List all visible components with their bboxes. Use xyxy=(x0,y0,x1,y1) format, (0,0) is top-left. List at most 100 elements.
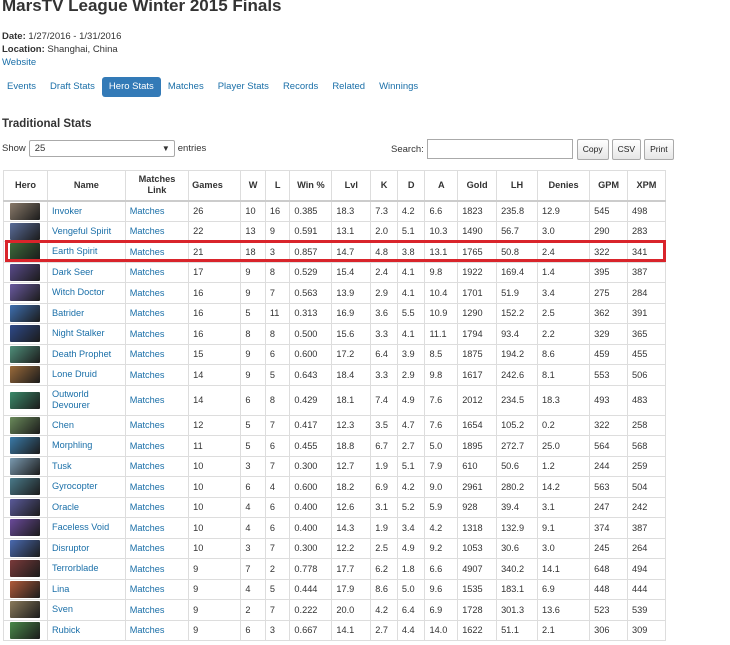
col-header-xpm[interactable]: XPM xyxy=(627,170,666,202)
col-header-d[interactable]: D xyxy=(396,170,426,202)
cell-d: 5.1 xyxy=(396,455,426,477)
matches-link[interactable]: Matches xyxy=(130,226,165,236)
col-header-gold[interactable]: Gold xyxy=(457,170,498,202)
col-header-k[interactable]: K xyxy=(370,170,398,202)
matches-link[interactable]: Matches xyxy=(130,605,165,615)
col-header-lvl[interactable]: Lvl xyxy=(331,170,372,202)
hero-name-link[interactable]: Dark Seer xyxy=(52,267,93,277)
tab-related[interactable]: Related xyxy=(325,77,372,97)
hero-cell xyxy=(3,435,48,457)
tab-player-stats[interactable]: Player Stats xyxy=(211,77,276,97)
cell-gold: 1895 xyxy=(457,435,498,457)
hero-name-link[interactable]: Tusk xyxy=(52,461,72,471)
tab-hero-stats[interactable]: Hero Stats xyxy=(101,77,161,97)
print-button[interactable]: Print xyxy=(644,138,674,160)
hero-name-link[interactable]: Terrorblade xyxy=(52,563,98,573)
col-header-w[interactable]: W xyxy=(240,170,266,202)
hero-name-link[interactable]: Witch Doctor xyxy=(52,287,105,297)
website-link[interactable]: Website xyxy=(2,57,36,68)
hero-name-link[interactable]: Morphling xyxy=(52,440,92,450)
matches-link[interactable]: Matches xyxy=(130,206,165,216)
tab-draft-stats[interactable]: Draft Stats xyxy=(43,77,102,97)
csv-button[interactable]: CSV xyxy=(611,138,642,160)
cell-l: 6 xyxy=(264,496,291,518)
matches-link[interactable]: Matches xyxy=(130,625,165,635)
matches-link[interactable]: Matches xyxy=(130,370,165,380)
entries-select[interactable]: 25 ▼ xyxy=(28,139,175,157)
hero-name-link[interactable]: Rubick xyxy=(52,625,80,635)
tab-records[interactable]: Records xyxy=(276,77,325,97)
hero-name-link[interactable]: Earth Spirit xyxy=(52,246,97,256)
search-input[interactable] xyxy=(426,139,573,159)
cell-xpm: 504 xyxy=(627,476,666,498)
tab-winnings[interactable]: Winnings xyxy=(372,77,425,97)
table-row: Batrider Matches 16 5 11 0.313 16.9 3.6 5.5 10.9 1… xyxy=(3,302,666,324)
matches-link[interactable]: Matches xyxy=(130,441,165,451)
matches-link[interactable]: Matches xyxy=(130,482,165,492)
hero-cell xyxy=(3,343,48,365)
col-header-hero[interactable]: Hero xyxy=(3,170,48,202)
matches-link[interactable]: Matches xyxy=(130,564,165,574)
hero-name-cell: Sven xyxy=(46,599,126,621)
copy-button[interactable]: Copy xyxy=(576,138,609,160)
hero-name-link[interactable]: Gyrocopter xyxy=(52,481,97,491)
hero-name-link[interactable]: Lina xyxy=(52,584,69,594)
matches-link-cell: Matches xyxy=(124,414,190,436)
matches-link[interactable]: Matches xyxy=(130,502,165,512)
col-header-games[interactable]: Games xyxy=(188,170,242,202)
cell-k: 2.5 xyxy=(370,537,398,559)
hero-portrait-icon xyxy=(10,478,41,496)
hero-name-link[interactable]: Batrider xyxy=(52,308,84,318)
matches-link[interactable]: Matches xyxy=(130,395,165,405)
hero-name-link[interactable]: Oracle xyxy=(52,502,79,512)
col-header-l[interactable]: L xyxy=(264,170,291,202)
matches-link[interactable]: Matches xyxy=(130,420,165,430)
cell-d: 4.9 xyxy=(396,537,426,559)
matches-link[interactable]: Matches xyxy=(130,543,165,553)
col-header-lh[interactable]: LH xyxy=(496,170,538,202)
cell-d: 3.8 xyxy=(396,241,426,263)
matches-link[interactable]: Matches xyxy=(130,349,165,359)
cell-xpm: 365 xyxy=(627,323,666,345)
matches-link[interactable]: Matches xyxy=(130,247,165,257)
matches-link[interactable]: Matches xyxy=(130,288,165,298)
tab-events[interactable]: Events xyxy=(0,77,43,97)
matches-link-cell: Matches xyxy=(124,200,190,222)
matches-link[interactable]: Matches xyxy=(130,523,165,533)
hero-name-link[interactable]: Death Prophet xyxy=(52,349,111,359)
hero-name-link[interactable]: Faceless Void xyxy=(52,522,109,532)
col-header-win-pct[interactable]: Win % xyxy=(289,170,333,202)
cell-games: 9 xyxy=(188,619,242,641)
hero-name-cell: Morphling xyxy=(46,435,126,457)
cell-l: 16 xyxy=(264,200,291,222)
hero-name-link[interactable]: Chen xyxy=(52,420,74,430)
cell-win: 0.600 xyxy=(289,343,333,365)
hero-name-link[interactable]: Sven xyxy=(52,604,73,614)
matches-link[interactable]: Matches xyxy=(130,267,165,277)
col-header-a[interactable]: A xyxy=(424,170,459,202)
col-header-denies[interactable]: Denies xyxy=(536,170,591,202)
cell-lvl: 18.8 xyxy=(331,435,372,457)
hero-name-link[interactable]: Night Stalker xyxy=(52,328,105,338)
hero-name-link[interactable]: Lone Druid xyxy=(52,369,97,379)
hero-name-cell: Oracle xyxy=(46,496,126,518)
hero-name-link[interactable]: Disruptor xyxy=(52,543,89,553)
matches-link[interactable]: Matches xyxy=(130,584,165,594)
matches-link[interactable]: Matches xyxy=(130,461,165,471)
hero-name-link[interactable]: Invoker xyxy=(52,206,82,216)
cell-gold: 1701 xyxy=(457,282,498,304)
matches-link[interactable]: Matches xyxy=(130,329,165,339)
col-header-matches-link[interactable]: Matches Link xyxy=(124,170,190,202)
cell-denies: 2.4 xyxy=(536,241,591,263)
hero-name-link[interactable]: Vengeful Spirit xyxy=(52,226,111,236)
cell-gold: 928 xyxy=(457,496,498,518)
cell-gold: 1794 xyxy=(457,323,498,345)
tab-matches[interactable]: Matches xyxy=(161,77,211,97)
cell-w: 8 xyxy=(240,323,266,345)
hero-name-link[interactable]: Outworld Devourer xyxy=(52,389,90,410)
cell-k: 1.9 xyxy=(370,517,398,539)
col-header-name[interactable]: Name xyxy=(46,170,126,202)
matches-link[interactable]: Matches xyxy=(130,308,165,318)
col-header-gpm[interactable]: GPM xyxy=(589,170,628,202)
cell-gpm: 322 xyxy=(589,241,628,263)
